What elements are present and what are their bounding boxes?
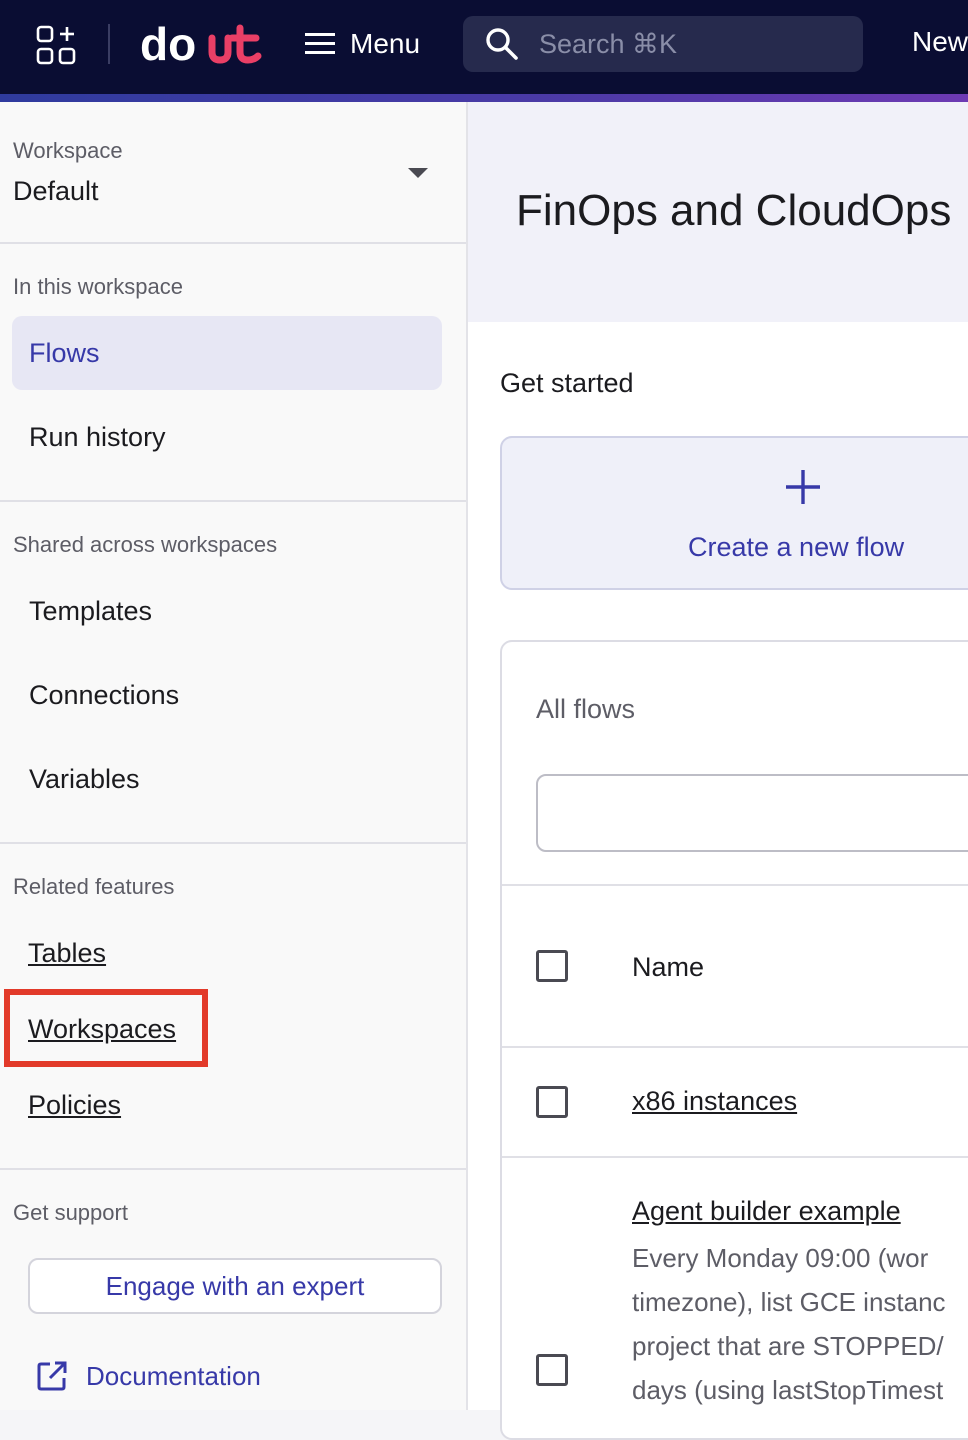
all-flows-card: All flows Name x86 instances Agent build… [500,640,968,1440]
select-all-checkbox[interactable] [536,950,568,982]
flow-description-line: project that are STOPPED/ [632,1331,944,1361]
documentation-link[interactable]: Documentation [36,1360,261,1392]
sidebar-divider [0,842,466,844]
sidebar: Workspace Default In this workspace Flow… [0,102,468,1410]
caret-down-icon[interactable] [408,168,428,178]
menu-label: Menu [350,28,421,59]
table-divider [502,884,968,886]
flow-description: Every Monday 09:00 (wor timezone), list … [632,1236,968,1412]
sidebar-item-templates[interactable]: Templates [12,574,442,648]
documentation-label: Documentation [86,1360,261,1391]
topbar-accent-stripe [0,94,968,102]
column-header-name: Name [632,952,705,982]
hamburger-icon [305,33,335,54]
link-tables[interactable]: Tables [28,938,106,969]
flow-name-link[interactable]: Agent builder example [632,1196,901,1227]
table-divider [502,1156,968,1158]
page-header: FinOps and CloudOps [468,102,968,322]
engage-expert-button[interactable]: Engage with an expert [28,1258,442,1314]
flow-description-line: Every Monday 09:00 (wor [632,1243,929,1273]
top-navigation-bar: do Menu Search ⌘K New [0,0,968,94]
sidebar-item-label: Variables [29,764,140,794]
topbar-divider [108,24,110,64]
link-policies[interactable]: Policies [28,1090,121,1121]
create-flow-label: Create a new flow [688,532,905,562]
all-flows-title: All flows [536,694,636,724]
plus-icon [786,470,820,504]
page-title: FinOps and CloudOps [516,186,952,235]
sidebar-item-run-history[interactable]: Run history [12,400,442,474]
workspace-value: Default [13,176,99,206]
new-button[interactable]: New [912,26,968,58]
sidebar-item-label: Connections [29,680,180,710]
filter-input[interactable] [536,774,968,852]
row-checkbox[interactable] [536,1086,568,1118]
table-divider [502,1046,968,1048]
apps-grid-icon[interactable] [36,25,76,65]
workspace-label: Workspace [13,138,123,163]
create-flow-card[interactable]: Create a new flow [500,436,968,590]
main-content: Get started Create a new flow All flows … [468,322,968,1440]
flow-description-line: timezone), list GCE instanc [632,1287,946,1317]
section-heading-shared: Shared across workspaces [13,532,278,557]
sidebar-item-label: Run history [29,422,166,452]
get-started-heading: Get started [500,368,634,398]
flow-name-link[interactable]: x86 instances [632,1086,797,1117]
section-heading-in-workspace: In this workspace [13,274,183,299]
flow-description-line: days (using lastStopTimest [632,1375,944,1405]
menu-button[interactable]: Menu [304,22,420,66]
sidebar-divider [0,500,466,502]
sidebar-item-variables[interactable]: Variables [12,742,442,816]
section-heading-related: Related features [13,874,175,899]
sidebar-item-label: Templates [29,596,153,626]
sidebar-divider [0,242,466,244]
external-link-icon [37,1361,67,1391]
search-input[interactable]: Search ⌘K [463,16,863,72]
doit-logo[interactable]: do [140,18,266,70]
row-checkbox[interactable] [536,1354,568,1386]
sidebar-item-connections[interactable]: Connections [12,658,442,732]
section-heading-support: Get support [13,1200,128,1225]
engage-expert-label: Engage with an expert [105,1270,365,1301]
search-icon [486,28,518,60]
sidebar-item-label: Flows [29,338,100,368]
search-placeholder: Search ⌘K [539,28,678,59]
link-workspaces[interactable]: Workspaces [28,1014,176,1045]
sidebar-divider [0,1168,466,1170]
sidebar-item-flows[interactable]: Flows [12,316,442,390]
svg-text:do: do [140,18,196,70]
